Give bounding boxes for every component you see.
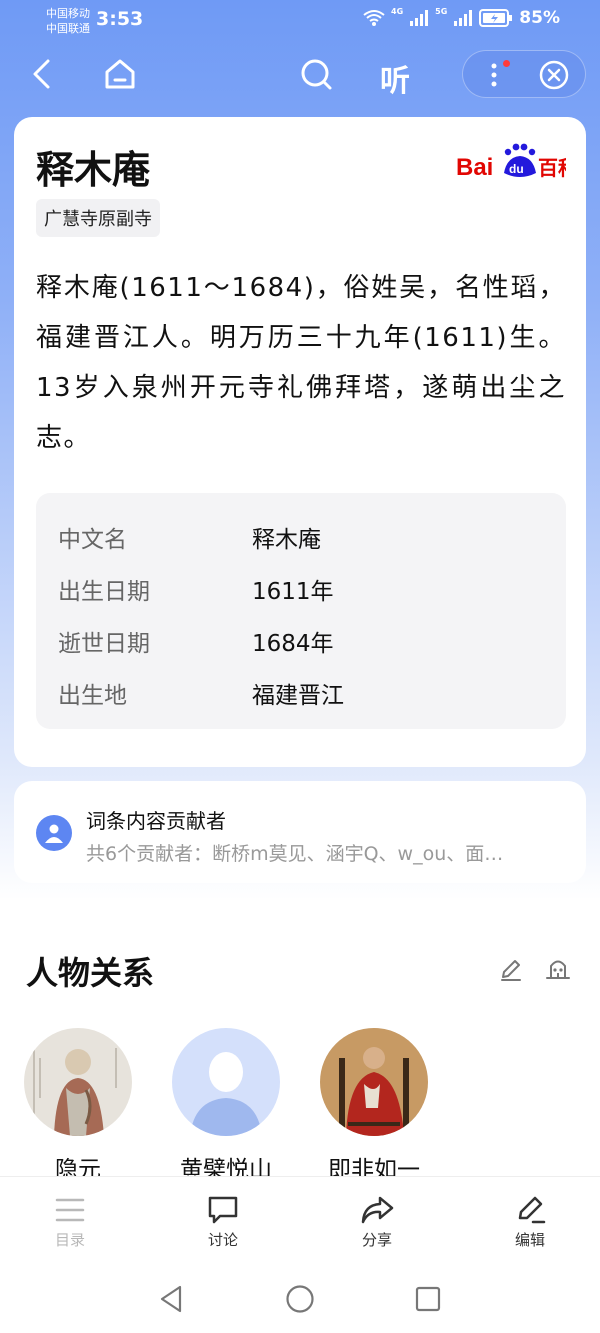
relation-person[interactable]: 即非如一 [320,1028,428,1184]
clock: 3:53 [96,8,144,30]
entry-card: 释木庵 Bai du 百科 广慧寺原副寺 释木庵(1611～1684)，俗姓吴，… [14,117,586,767]
home-icon [105,59,135,89]
entry-title: 释木庵 [36,148,151,192]
info-key: 出生日期 [58,579,150,605]
signal-2-icon [454,10,473,26]
notification-dot [503,60,510,67]
system-nav-bar [0,1266,600,1333]
info-key: 中文名 [58,527,127,553]
circle-home-icon [286,1285,314,1313]
status-bar: 中国移动 中国联通 3:53 4G 5G 85% [0,0,600,44]
share-button[interactable]: 分享 [337,1195,417,1250]
carrier-1: 中国移动 [46,7,90,20]
chat-bubble-icon [208,1196,238,1224]
system-back-button[interactable] [158,1284,186,1318]
portrait-monk-image [24,1028,132,1136]
listen-button[interactable]: 听 [380,56,410,100]
signal-1-label: 4G [391,6,404,16]
edit-relations-button[interactable] [498,956,524,986]
close-button[interactable] [537,58,571,92]
entry-summary: 释木庵(1611～1684)，俗姓吴，名性瑫，福建晋江人。明万历三十九年(161… [36,273,566,453]
status-icons: 4G 5G 85% [363,6,560,28]
subtitle-tag: 广慧寺原副寺 [36,199,160,237]
contributor-avatar [36,815,72,851]
triangle-back-icon [160,1285,182,1313]
pencil-icon [501,960,521,981]
baike-brand-text: 百科 [538,156,566,180]
signal-1-icon [410,10,429,26]
close-circle-icon [539,60,569,90]
relations-title: 人物关系 [26,954,155,992]
pencil-icon [518,1196,546,1224]
top-nav-bar: 听 [0,46,600,102]
info-row: 出生地 福建晋江 [58,667,544,719]
tree-icon [546,960,570,979]
contributors-title: 词条内容贡献者 [86,809,226,833]
info-key: 逝世日期 [58,631,150,657]
relation-person[interactable]: 隐元 [24,1028,132,1184]
share-label: 分享 [361,1231,392,1249]
user-icon [45,824,63,843]
person-avatar [320,1028,428,1136]
square-recents-icon [415,1286,441,1312]
toc-button[interactable]: 目录 [30,1195,110,1250]
contributors-card[interactable]: 词条内容贡献者 共6个贡献者：断桥m莫见、涵宇Q、w_ou、面… [14,781,586,883]
relations-more-button[interactable] [544,956,572,986]
baidu-baike-logo: Bai du 百科 [456,143,566,181]
discuss-label: 讨论 [207,1231,238,1249]
contributors-list: 共6个贡献者：断桥m莫见、涵宇Q、w_ou、面… [86,843,504,865]
svg-text:Bai: Bai [456,154,493,181]
toc-label: 目录 [54,1231,85,1249]
signal-2-label: 5G [435,6,448,16]
system-home-button[interactable] [285,1284,315,1318]
list-icon [55,1198,85,1222]
battery-icon [479,9,513,27]
edit-label: 编辑 [514,1231,545,1249]
portrait-seated-monk-image [320,1028,428,1136]
info-value: 福建晋江 [252,683,344,709]
bottom-toolbar: 目录 讨论 分享 编辑 [0,1176,600,1266]
carrier-2: 中国联通 [46,22,90,35]
info-value: 1611年 [252,579,334,605]
info-row: 出生日期 1611年 [58,563,544,615]
svg-text:du: du [509,162,524,176]
carrier-info: 中国移动 中国联通 [46,6,90,36]
info-value: 释木庵 [252,527,321,553]
system-recents-button[interactable] [414,1284,442,1318]
chevron-left-icon [33,59,50,89]
info-key: 出生地 [58,683,127,709]
wifi-icon [363,10,385,26]
discuss-button[interactable]: 讨论 [183,1195,263,1250]
edit-button[interactable]: 编辑 [490,1195,570,1250]
default-avatar-icon [172,1028,280,1136]
relation-person[interactable]: 黄檗悦山 [172,1028,280,1184]
back-button[interactable] [22,54,62,94]
info-row: 中文名 释木庵 [58,511,544,563]
basic-info-box: 中文名 释木庵 出生日期 1611年 逝世日期 1684年 出生地 福建晋江 [36,493,566,729]
info-row: 逝世日期 1684年 [58,615,544,667]
mini-app-capsule [462,50,586,98]
search-button[interactable] [296,54,336,94]
share-arrow-icon [361,1196,394,1224]
person-avatar [24,1028,132,1136]
home-button[interactable] [100,54,140,94]
search-icon [301,59,332,90]
info-value: 1684年 [252,631,334,657]
battery-level: 85% [519,8,560,28]
person-avatar [172,1028,280,1136]
